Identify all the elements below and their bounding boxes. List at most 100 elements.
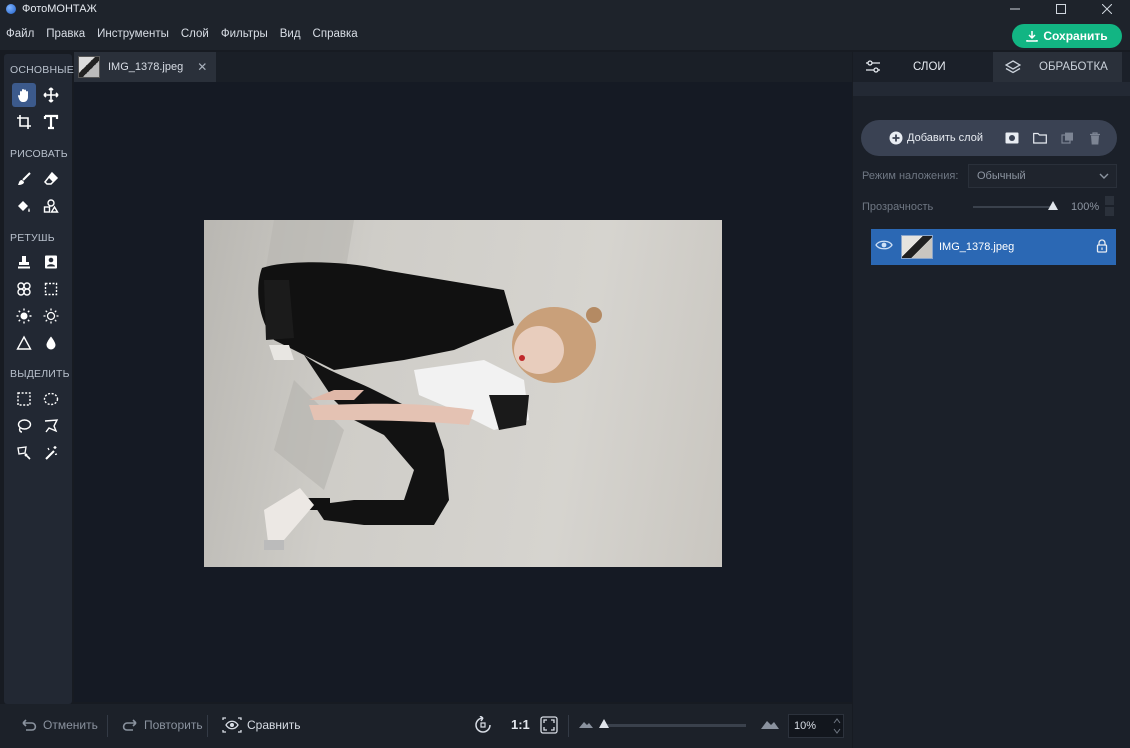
magnetic-lasso-tool[interactable] bbox=[12, 441, 36, 465]
layer-thumbnail bbox=[901, 235, 933, 259]
fit-screen-icon bbox=[540, 716, 558, 734]
shapes-icon bbox=[43, 199, 59, 213]
actual-size-button[interactable]: 1:1 bbox=[511, 717, 530, 732]
menu-help[interactable]: Справка bbox=[313, 28, 358, 40]
brush-tool[interactable] bbox=[12, 167, 36, 191]
opacity-slider[interactable] bbox=[973, 201, 1058, 210]
canvas-area[interactable] bbox=[74, 82, 852, 702]
save-label: Сохранить bbox=[1043, 29, 1108, 43]
zoom-spinner[interactable] bbox=[833, 717, 841, 735]
fill-tool[interactable] bbox=[12, 194, 36, 218]
document-tabstrip: IMG_1378.jpeg ✕ bbox=[74, 52, 852, 82]
tab-processing[interactable]: ОБРАБОТКА bbox=[993, 52, 1122, 82]
stamp-tool[interactable] bbox=[12, 250, 36, 274]
add-layer-button[interactable]: Добавить слой bbox=[889, 131, 983, 145]
menu-edit[interactable]: Правка bbox=[46, 28, 85, 40]
text-tool[interactable] bbox=[39, 110, 63, 134]
trash-icon[interactable] bbox=[1089, 131, 1101, 145]
ellipse-select-tool[interactable] bbox=[39, 387, 63, 411]
hand-icon bbox=[18, 89, 28, 102]
portrait-icon bbox=[45, 255, 57, 269]
tab-processing-label: ОБРАБОТКА bbox=[1039, 61, 1108, 73]
zoom-out-icon[interactable] bbox=[578, 719, 594, 729]
compare-button[interactable]: Сравнить bbox=[222, 717, 300, 733]
lock-icon[interactable] bbox=[1096, 239, 1108, 258]
minimize-button[interactable] bbox=[992, 0, 1038, 18]
menu-layer[interactable]: Слой bbox=[181, 28, 209, 40]
divider bbox=[207, 715, 208, 737]
opacity-slider-handle[interactable] bbox=[1048, 201, 1058, 210]
lasso-icon bbox=[17, 419, 32, 433]
divider bbox=[568, 715, 569, 737]
lasso-tool[interactable] bbox=[12, 414, 36, 438]
sliders-icon bbox=[866, 60, 880, 73]
download-icon bbox=[1026, 31, 1039, 42]
tab-layers[interactable]: СЛОИ bbox=[853, 52, 987, 82]
hand-tool[interactable] bbox=[12, 83, 36, 107]
layer-item[interactable]: IMG_1378.jpeg bbox=[871, 229, 1116, 265]
save-button[interactable]: Сохранить bbox=[1012, 24, 1122, 48]
chevron-down-icon bbox=[1099, 173, 1109, 179]
move-tool[interactable] bbox=[39, 83, 63, 107]
magic-wand-tool[interactable] bbox=[39, 441, 63, 465]
zoom-input[interactable]: 10% bbox=[788, 714, 844, 738]
triangle-icon bbox=[16, 335, 32, 350]
close-button[interactable] bbox=[1084, 0, 1130, 18]
folder-icon[interactable] bbox=[1033, 132, 1047, 144]
frame-tool[interactable] bbox=[39, 277, 63, 301]
rotate-button[interactable] bbox=[474, 716, 492, 734]
spin-down-icon[interactable] bbox=[1105, 207, 1114, 216]
spin-up-icon[interactable] bbox=[1105, 196, 1114, 205]
brighten-tool[interactable] bbox=[12, 304, 36, 328]
fit-screen-button[interactable] bbox=[540, 716, 558, 734]
window-controls bbox=[992, 0, 1130, 18]
opacity-spinner[interactable] bbox=[1105, 196, 1114, 216]
redo-button[interactable]: Повторить bbox=[121, 718, 203, 732]
mask-icon[interactable] bbox=[1005, 132, 1019, 144]
healing-tool[interactable] bbox=[39, 250, 63, 274]
visibility-eye-icon[interactable] bbox=[875, 238, 893, 256]
patch-icon bbox=[17, 282, 31, 296]
darken-tool[interactable] bbox=[39, 304, 63, 328]
patch-tool[interactable] bbox=[12, 277, 36, 301]
sharpen-tool[interactable] bbox=[12, 331, 36, 355]
menu-tools[interactable]: Инструменты bbox=[97, 28, 169, 40]
maximize-button[interactable] bbox=[1038, 0, 1084, 18]
duplicate-icon[interactable] bbox=[1061, 132, 1075, 144]
blur-tool[interactable] bbox=[39, 331, 63, 355]
undo-icon bbox=[22, 719, 37, 731]
menu-filters[interactable]: Фильтры bbox=[221, 28, 268, 40]
minimize-icon bbox=[1010, 8, 1020, 10]
zoom-slider[interactable] bbox=[599, 719, 746, 728]
close-tab-icon[interactable]: ✕ bbox=[197, 60, 207, 74]
section-draw: РИСОВАТЬ bbox=[10, 148, 68, 160]
menu-file[interactable]: Файл bbox=[6, 28, 34, 40]
shapes-tool[interactable] bbox=[39, 194, 63, 218]
photo-content bbox=[258, 220, 602, 550]
blend-mode-select[interactable]: Обычный bbox=[968, 164, 1117, 188]
crop-tool[interactable] bbox=[12, 110, 36, 134]
rotate-icon bbox=[475, 716, 491, 733]
app-window: ФотоМОНТАЖ Файл Правка Инструменты Слой … bbox=[0, 0, 1130, 748]
frame-icon bbox=[44, 282, 58, 296]
right-panel: СЛОИ ОБРАБОТКА Добавить слой Режим налож… bbox=[853, 52, 1130, 748]
opacity-value: 100% bbox=[1071, 201, 1100, 213]
document-tab[interactable]: IMG_1378.jpeg ✕ bbox=[74, 52, 216, 82]
poly-lasso-icon bbox=[44, 419, 59, 433]
tab-layers-label: СЛОИ bbox=[913, 61, 946, 73]
panel-divider bbox=[853, 82, 1130, 96]
zoom-slider-handle[interactable] bbox=[599, 719, 609, 728]
move-icon bbox=[43, 87, 59, 103]
undo-button[interactable]: Отменить bbox=[20, 718, 98, 732]
poly-lasso-tool[interactable] bbox=[39, 414, 63, 438]
photo-image[interactable] bbox=[204, 220, 722, 567]
magic-wand-icon bbox=[45, 446, 58, 460]
blend-mode-label: Режим наложения: bbox=[862, 170, 959, 182]
spin-down-icon bbox=[833, 728, 841, 734]
rect-select-tool[interactable] bbox=[12, 387, 36, 411]
rect-select-icon bbox=[17, 392, 31, 406]
zoom-in-icon[interactable] bbox=[760, 717, 780, 730]
zoom-value: 10% bbox=[794, 720, 817, 732]
eraser-tool[interactable] bbox=[39, 167, 63, 191]
menu-view[interactable]: Вид bbox=[280, 28, 301, 40]
